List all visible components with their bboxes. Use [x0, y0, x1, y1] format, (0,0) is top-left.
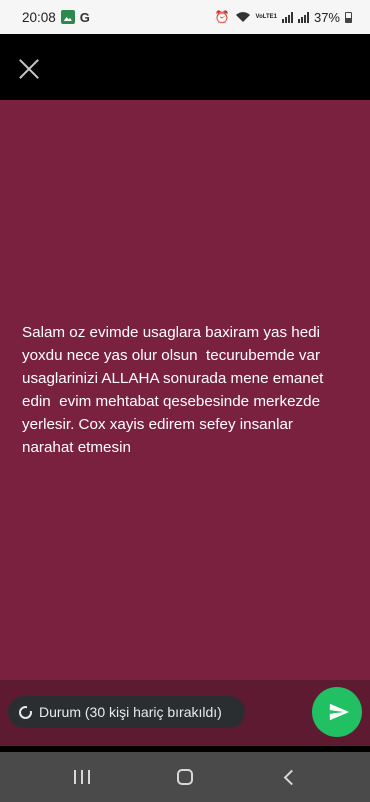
- close-icon[interactable]: [14, 54, 44, 84]
- clock: 20:08: [22, 9, 56, 25]
- battery-percent: 37%: [313, 9, 340, 25]
- home-icon: [176, 769, 193, 785]
- signal-icon: [281, 11, 293, 23]
- status-ring-icon: [19, 704, 33, 719]
- volte-label: VoLTE1: [255, 14, 277, 20]
- status-text-canvas[interactable]: Salam oz evimde usaglara baxiram yas hed…: [0, 100, 370, 680]
- battery-icon: [345, 11, 352, 23]
- navigation-bar: [0, 752, 370, 802]
- audience-label: Durum (30 kişi hariç bırakıldı): [39, 704, 222, 720]
- back-icon: [283, 769, 300, 785]
- status-bar-left: 20:08 G: [22, 10, 90, 25]
- send-icon: [329, 703, 349, 721]
- back-button[interactable]: [268, 757, 308, 797]
- wifi-icon: [235, 12, 250, 22]
- audience-selector-button[interactable]: Durum (30 kişi hariç bırakıldı): [8, 696, 245, 728]
- google-notification-icon: G: [79, 9, 90, 25]
- send-button[interactable]: [312, 687, 362, 737]
- home-button[interactable]: [165, 757, 205, 797]
- gallery-notification-icon: [60, 10, 75, 24]
- signal-icon-2: [297, 11, 309, 23]
- alarm-icon: ⏰: [214, 10, 230, 24]
- status-text[interactable]: Salam oz evimde usaglara baxiram yas hed…: [22, 321, 348, 459]
- top-bar: [0, 34, 370, 100]
- recents-button[interactable]: [62, 757, 102, 797]
- recents-icon: [73, 770, 90, 784]
- status-bar-right: ⏰ VoLTE1 37%: [215, 10, 352, 25]
- status-bar: 20:08 G ⏰ VoLTE1 37%: [0, 0, 370, 34]
